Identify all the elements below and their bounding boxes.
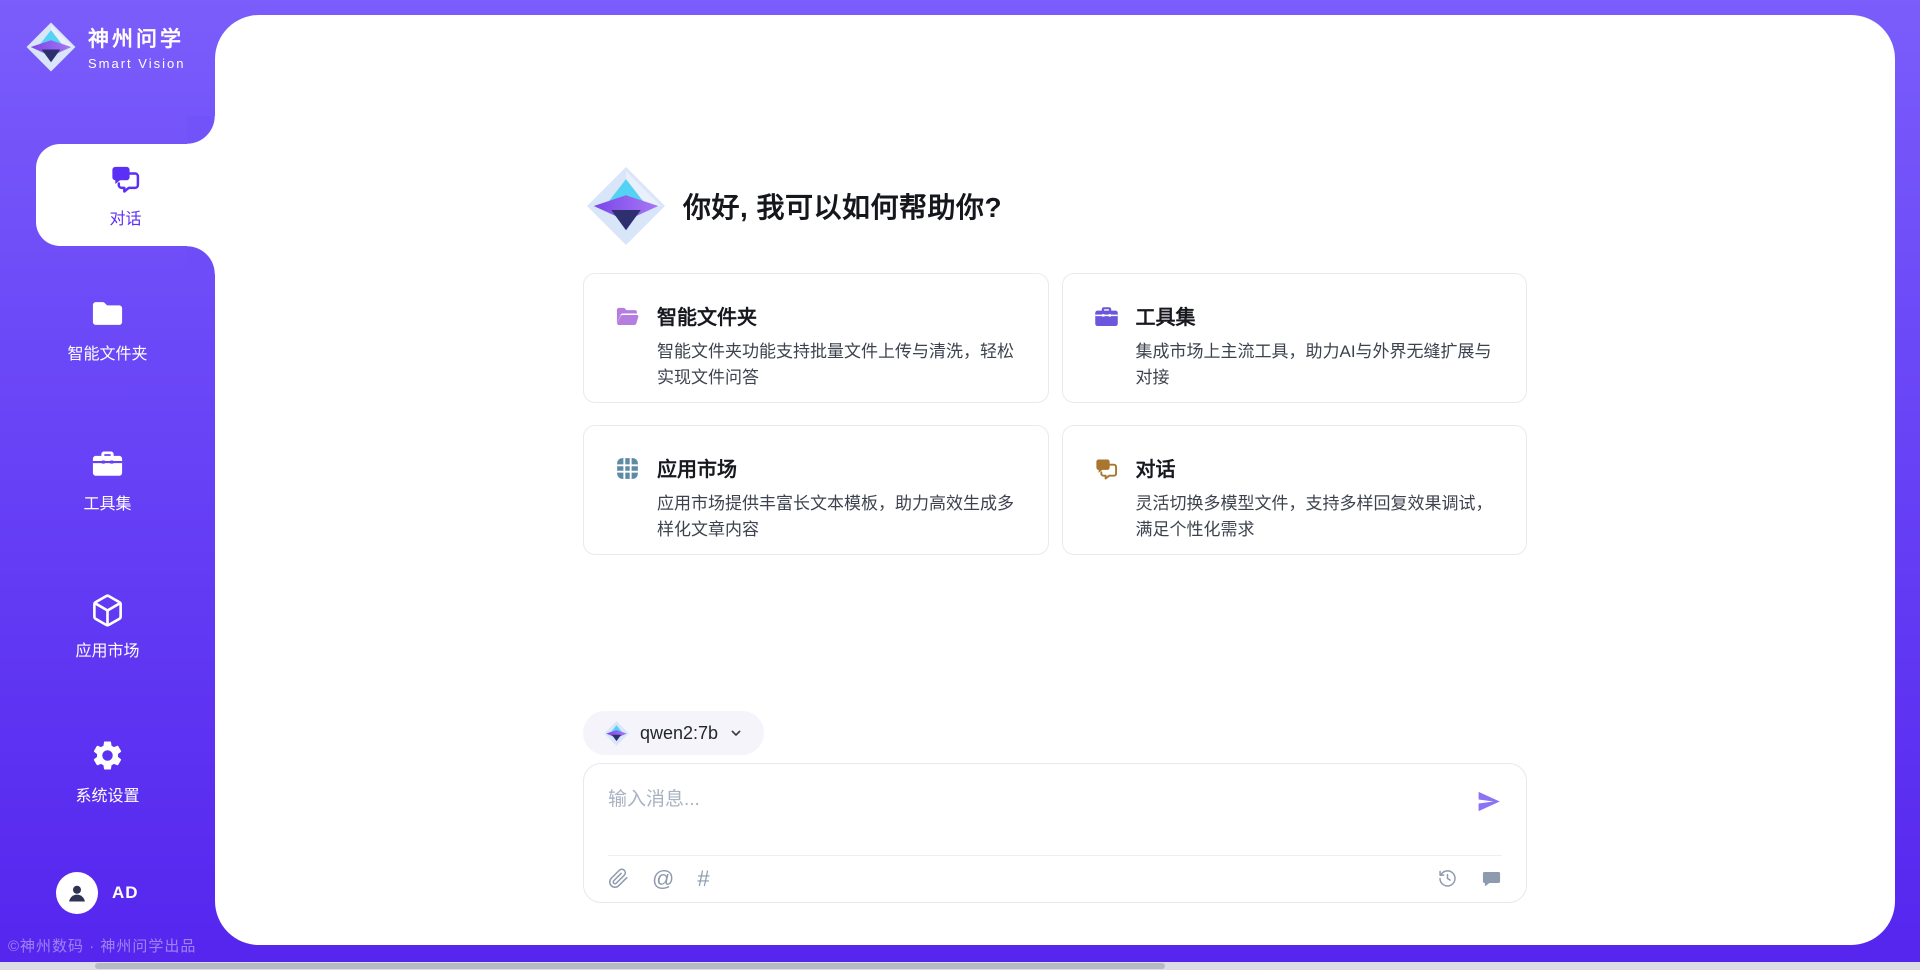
brand-subtitle: Smart Vision (88, 56, 185, 71)
chat-bubble-icon[interactable] (1481, 868, 1502, 889)
chat-icon (1093, 453, 1120, 482)
user-avatar-icon (56, 872, 98, 914)
composer-tools-right (1437, 868, 1502, 889)
footer-credit: ©神州数码 · 神州问学出品 (8, 935, 196, 956)
card-chat[interactable]: 对话 灵活切换多模型文件，支持多样回复效果调试，满足个性化需求 (1062, 425, 1528, 555)
model-diamond-icon (603, 720, 630, 747)
nav-label: 应用市场 (75, 637, 139, 661)
feature-cards: 智能文件夹 智能文件夹功能支持批量文件上传与清洗，轻松实现文件问答 (583, 273, 1527, 555)
card-description: 智能文件夹功能支持批量文件上传与清洗，轻松实现文件问答 (657, 339, 1018, 391)
nav-label: 对话 (109, 205, 141, 229)
card-title: 应用市场 (657, 453, 1018, 482)
history-icon[interactable] (1437, 868, 1458, 889)
briefcase-icon (1093, 301, 1120, 330)
paperclip-icon[interactable] (608, 868, 629, 889)
send-button[interactable] (1475, 788, 1502, 815)
nav-label: 系统设置 (75, 782, 139, 806)
card-title: 对话 (1136, 453, 1497, 482)
greeting-text: 你好, 我可以如何帮助你? (683, 186, 1002, 226)
user-profile[interactable]: AD (56, 872, 139, 914)
horizontal-scrollbar[interactable] (0, 962, 1920, 970)
scrollbar-thumb[interactable] (95, 963, 1165, 969)
sidebar-item-settings[interactable]: 系统设置 (0, 736, 215, 808)
card-toolset[interactable]: 工具集 集成市场上主流工具，助力AI与外界无缝扩展与对接 (1062, 273, 1528, 403)
sidebar-item-chat[interactable]: 对话 (36, 144, 215, 246)
nav-label: 智能文件夹 (67, 340, 147, 364)
briefcase-icon (90, 446, 125, 481)
main-content: 你好, 我可以如何帮助你? 智能文件夹 智能文件夹功能支持批量文件上传与清洗，轻… (583, 15, 1527, 903)
brand-title: 神州问学 (88, 23, 185, 53)
sidebar-item-toolset[interactable]: 工具集 (0, 444, 215, 516)
composer: @ # (583, 763, 1527, 903)
composer-tools-left: @ # (608, 868, 710, 889)
card-app-market[interactable]: 应用市场 应用市场提供丰富长文本模板，助力高效生成多样化文章内容 (583, 425, 1049, 555)
card-title: 工具集 (1136, 301, 1497, 330)
chat-icon (108, 161, 143, 196)
grid-icon (614, 453, 641, 482)
send-icon (1475, 788, 1502, 815)
user-initials: AD (112, 883, 139, 903)
sidebar: 神州问学 Smart Vision 对话 智能文件夹 (0, 0, 215, 970)
brand: 神州问学 Smart Vision (24, 20, 185, 74)
greeting-diamond-logo (583, 163, 669, 249)
sidebar-item-smart-folder[interactable]: 智能文件夹 (0, 294, 215, 366)
message-input[interactable] (608, 784, 1463, 836)
gear-icon (90, 738, 125, 773)
greeting: 你好, 我可以如何帮助你? (583, 163, 1527, 249)
nav-label: 工具集 (83, 490, 131, 514)
sidebar-item-app-market[interactable]: 应用市场 (0, 591, 215, 663)
model-selector[interactable]: qwen2:7b (583, 711, 764, 755)
at-sign-icon[interactable]: @ (652, 868, 674, 889)
cube-icon (90, 593, 125, 628)
card-title: 智能文件夹 (657, 301, 1018, 330)
hash-icon[interactable]: # (697, 868, 709, 889)
card-description: 集成市场上主流工具，助力AI与外界无缝扩展与对接 (1136, 339, 1497, 391)
folder-icon (90, 296, 125, 331)
model-name: qwen2:7b (640, 723, 718, 744)
card-description: 灵活切换多模型文件，支持多样回复效果调试，满足个性化需求 (1136, 491, 1497, 543)
composer-toolbar: @ # (608, 855, 1502, 889)
brand-text: 神州问学 Smart Vision (88, 23, 185, 71)
card-description: 应用市场提供丰富长文本模板，助力高效生成多样化文章内容 (657, 491, 1018, 543)
main-panel: 你好, 我可以如何帮助你? 智能文件夹 智能文件夹功能支持批量文件上传与清洗，轻… (215, 15, 1895, 945)
brand-diamond-logo (24, 20, 78, 74)
chevron-down-icon (728, 725, 744, 741)
card-smart-folder[interactable]: 智能文件夹 智能文件夹功能支持批量文件上传与清洗，轻松实现文件问答 (583, 273, 1049, 403)
folder-open-icon (614, 301, 641, 330)
